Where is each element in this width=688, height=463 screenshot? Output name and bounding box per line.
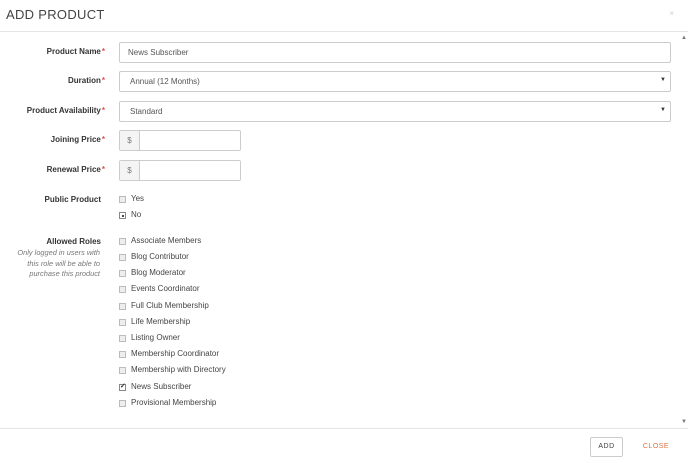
product-name-input[interactable]: News Subscriber — [119, 42, 671, 63]
checkbox[interactable] — [119, 270, 126, 277]
duration-select-value: Annual (12 Months) — [130, 77, 200, 86]
chevron-down-icon: ▼ — [660, 77, 666, 83]
checkbox[interactable] — [119, 238, 126, 245]
checkbox[interactable] — [119, 286, 126, 293]
scroll-down-arrow-icon[interactable]: ▼ — [681, 419, 687, 425]
checkbox[interactable] — [119, 335, 126, 342]
joining-price-group: $ — [119, 130, 241, 151]
joining-price-label: Joining Price* — [50, 135, 105, 144]
checkbox[interactable] — [119, 400, 126, 407]
required-marker: * — [101, 47, 105, 56]
required-marker: * — [101, 135, 105, 144]
modal-body — [0, 33, 688, 427]
close-button[interactable]: CLOSE — [636, 437, 676, 457]
scrollbar[interactable]: ▲ ▼ — [681, 33, 688, 427]
joining-price-input[interactable] — [141, 131, 240, 150]
close-icon[interactable]: × — [669, 9, 674, 18]
availability-select[interactable]: Standard ▼ — [119, 101, 671, 122]
add-button[interactable]: ADD — [590, 437, 623, 457]
allowed-roles-help: Only logged in users with this role will… — [17, 248, 100, 279]
radio-no[interactable] — [119, 212, 126, 219]
required-marker: * — [101, 165, 105, 174]
duration-label: Duration* — [67, 76, 105, 85]
renewal-price-label: Renewal Price* — [46, 165, 105, 174]
checkbox[interactable] — [119, 367, 126, 374]
availability-select-value: Standard — [130, 107, 163, 116]
modal-title: ADD PRODUCT — [6, 7, 105, 22]
checkbox[interactable] — [119, 254, 126, 261]
required-marker: * — [101, 76, 105, 85]
modal-header: ADD PRODUCT × — [0, 0, 688, 32]
scroll-up-arrow-icon[interactable]: ▲ — [681, 35, 687, 41]
checkbox[interactable] — [119, 351, 126, 358]
currency-addon: $ — [120, 161, 140, 180]
duration-select[interactable]: Annual (12 Months) ▼ — [119, 71, 671, 92]
checkbox[interactable] — [119, 319, 126, 326]
checkbox-checked[interactable] — [119, 382, 126, 391]
required-marker: * — [101, 106, 105, 115]
checkbox[interactable] — [119, 303, 126, 310]
allowed-roles-label: Allowed Roles — [46, 237, 101, 246]
product-name-label: Product Name* — [46, 47, 105, 56]
renewal-price-input[interactable] — [141, 161, 240, 180]
modal-footer — [0, 428, 688, 463]
currency-addon: $ — [120, 131, 140, 150]
chevron-down-icon: ▼ — [660, 107, 666, 113]
public-product-label: Public Product — [44, 195, 101, 204]
renewal-price-group: $ — [119, 160, 241, 181]
availability-label: Product Availability* — [26, 106, 105, 115]
radio-yes[interactable] — [119, 196, 126, 203]
